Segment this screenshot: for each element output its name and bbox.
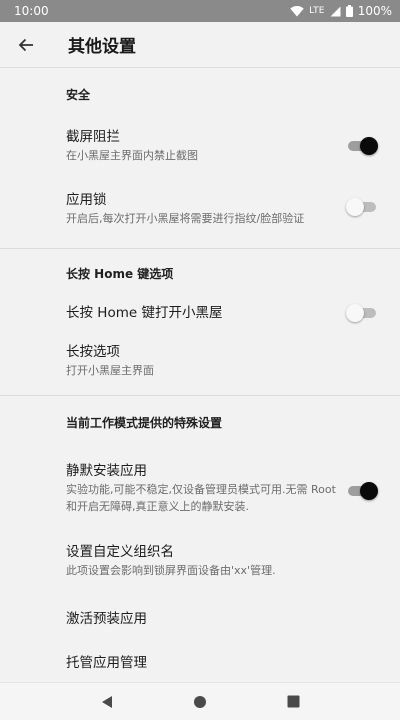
section-header-home-key: 长按 Home 键选项 [66,267,174,281]
setting-subtitle: 此项设置会影响到锁屏界面设备由'xx'管理. [66,564,276,577]
app-bar: 其他设置 [0,22,400,68]
setting-title: 长按选项 [66,344,120,360]
circle-home-icon [193,695,206,708]
setting-app-lock[interactable]: 应用锁 开启后,每次打开小黑屋将需要进行指纹/脸部验证 [0,170,400,248]
silent-install-switch[interactable] [346,481,378,501]
setting-title: 应用锁 [66,192,107,208]
setting-silent-install[interactable]: 静默安装应用 实验功能,可能不稳定,仅设备管理员模式可用.无需 Root 和开启… [0,450,400,526]
nav-home-button[interactable] [180,687,220,717]
battery-percent: 100% [357,4,392,18]
switch-thumb [360,482,378,500]
wifi-icon [290,6,304,17]
status-icons: LTE 100% [290,4,392,18]
setting-title: 静默安装应用 [66,462,147,479]
status-time: 10:00 [14,4,49,18]
setting-subtitle: 实验功能,可能不稳定,仅设备管理员模式可用.无需 Root 和开启无障碍,真正意… [66,482,336,513]
status-bar: 10:00 LTE 100% [0,0,400,22]
setting-title: 截屏阻拦 [66,129,120,145]
setting-activate-preinstalled[interactable]: 激活预装应用 [0,596,400,642]
setting-title: 托管应用管理 [66,655,147,671]
switch-thumb [360,137,378,155]
setting-title: 长按 Home 键打开小黑屋 [66,305,223,321]
section-header-work-mode: 当前工作模式提供的特殊设置 [66,416,223,430]
page-title: 其他设置 [68,37,136,57]
screenshot-block-switch[interactable] [346,136,378,156]
long-press-home-switch[interactable] [346,303,378,323]
nav-recents-button[interactable] [273,687,313,717]
setting-long-press-option[interactable]: 长按选项 打开小黑屋主界面 [0,327,400,395]
triangle-back-icon [101,695,112,708]
app-lock-switch[interactable] [346,197,378,217]
square-recents-icon [287,695,300,708]
setting-managed-apps[interactable]: 托管应用管理 [0,642,400,682]
setting-screenshot-block[interactable]: 截屏阻拦 在小黑屋主界面内禁止截图 [0,122,400,170]
system-nav-bar [0,682,400,720]
battery-icon [345,5,353,17]
setting-custom-org-name[interactable]: 设置自定义组织名 此项设置会影响到锁屏界面设备由'xx'管理. [0,526,400,596]
nav-back-button[interactable] [87,687,127,717]
setting-long-press-home[interactable]: 长按 Home 键打开小黑屋 [0,299,400,327]
switch-thumb [346,198,364,216]
switch-thumb [346,304,364,322]
setting-subtitle: 开启后,每次打开小黑屋将需要进行指纹/脸部验证 [66,212,305,225]
setting-subtitle: 打开小黑屋主界面 [66,364,154,377]
settings-list: 安全 截屏阻拦 在小黑屋主界面内禁止截图 应用锁 开启后,每次打开小黑屋将需要进… [0,68,400,682]
setting-title: 激活预装应用 [66,611,147,627]
arrow-left-icon [18,38,33,51]
setting-title: 设置自定义组织名 [66,544,174,560]
network-type-label: LTE [309,6,325,16]
signal-icon [330,6,341,16]
setting-subtitle: 在小黑屋主界面内禁止截图 [66,149,198,162]
back-button[interactable] [0,22,52,68]
section-header-security: 安全 [66,88,91,102]
